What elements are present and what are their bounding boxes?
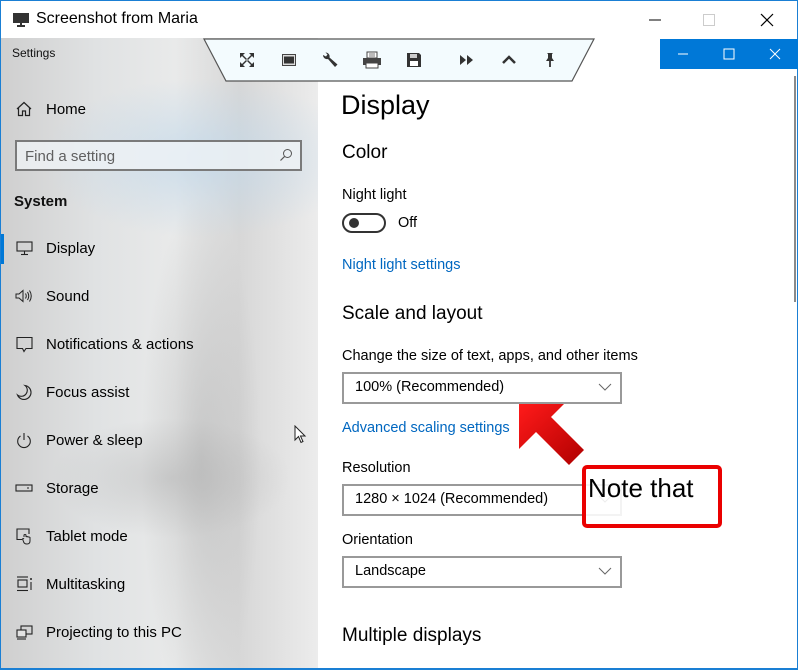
toolbar-collapse-button[interactable] [498, 50, 520, 70]
annotation-note-box: Note that [582, 465, 722, 528]
sidebar-item-display[interactable]: Display [15, 235, 95, 261]
pin-icon [546, 53, 554, 67]
projecting-icon [15, 624, 33, 640]
wrench-icon [322, 52, 338, 67]
home-label: Home [46, 100, 87, 118]
minimize-icon [678, 53, 688, 55]
sidebar-home[interactable]: Home [15, 98, 86, 120]
search-box[interactable] [15, 140, 302, 171]
toolbar-settings-button[interactable] [319, 50, 341, 70]
sidebar-item-label: Projecting to this PC [46, 623, 182, 641]
sidebar-item-focus-assist[interactable]: Focus assist [15, 379, 129, 405]
annotation-note-text: Note that [588, 473, 694, 503]
search-input[interactable] [25, 146, 265, 166]
color-heading: Color [342, 142, 388, 163]
orientation-dropdown[interactable]: Landscape [342, 556, 622, 588]
storage-icon [15, 484, 33, 492]
orientation-value: Landscape [355, 563, 426, 579]
night-light-state: Off [398, 215, 418, 231]
outer-minimize-button[interactable] [632, 7, 678, 33]
monitor-icon [13, 13, 29, 27]
sidebar-item-label: Focus assist [46, 383, 130, 401]
toolbar-background [203, 38, 595, 82]
power-icon [17, 432, 31, 448]
notification-icon [15, 336, 33, 353]
sidebar-item-projecting[interactable]: Projecting to this PC [15, 619, 182, 645]
settings-minimize-button[interactable] [660, 39, 706, 69]
sidebar-item-label: Display [46, 239, 96, 257]
maximize-icon [723, 48, 735, 60]
close-icon [769, 48, 781, 60]
multiple-displays-heading: Multiple displays [342, 625, 482, 646]
minimize-icon [649, 19, 661, 21]
sidebar-item-notifications[interactable]: Notifications & actions [15, 331, 194, 357]
sidebar-item-sound[interactable]: Sound [15, 283, 89, 309]
toggle-knob [349, 218, 359, 228]
monitor-icon [15, 240, 33, 255]
sidebar-item-label: Sound [46, 287, 90, 305]
app-title: Settings [12, 46, 56, 60]
section-heading-system: System [14, 193, 68, 210]
chevron-down-icon [598, 567, 612, 575]
scale-dropdown[interactable]: 100% (Recommended) [342, 372, 622, 404]
toolbar-pin-button[interactable] [539, 50, 561, 70]
night-light-toggle[interactable] [342, 213, 386, 233]
toolbar-print-button[interactable] [361, 50, 383, 70]
sidebar-item-label: Power & sleep [46, 431, 143, 449]
toolbar-fullscreen-button[interactable] [236, 50, 258, 70]
tablet-mode-icon [15, 527, 30, 545]
home-icon [16, 101, 32, 117]
scale-layout-heading: Scale and layout [342, 303, 483, 324]
sidebar: Settings Home System Display Sound [1, 38, 318, 669]
resolution-value: 1280 × 1024 (Recommended) [355, 491, 549, 507]
resolution-label: Resolution [342, 460, 411, 476]
printer-icon [363, 51, 381, 69]
resolution-dropdown[interactable]: 1280 × 1024 (Recommended) [342, 484, 622, 516]
settings-title-bar [660, 39, 798, 69]
advanced-scaling-link[interactable]: Advanced scaling settings [342, 420, 510, 436]
outer-title-bar: Screenshot from Maria [1, 1, 797, 38]
settings-close-button[interactable] [752, 39, 798, 69]
maximize-icon [703, 14, 715, 26]
toolbar-fast-forward-button[interactable] [456, 50, 478, 70]
close-icon [760, 13, 774, 27]
mouse-cursor-icon [294, 425, 307, 444]
floppy-disk-icon [407, 53, 421, 67]
scrollbar[interactable] [794, 76, 796, 302]
toolbar-window-button[interactable] [278, 50, 300, 70]
outer-close-button[interactable] [744, 7, 790, 33]
fast-forward-icon [460, 55, 473, 65]
fullscreen-icon [240, 53, 254, 67]
sidebar-item-storage[interactable]: Storage [15, 475, 99, 501]
scale-value: 100% (Recommended) [355, 379, 505, 395]
chevron-up-icon [502, 55, 516, 64]
sidebar-item-tablet-mode[interactable]: Tablet mode [15, 523, 128, 549]
sidebar-item-label: Tablet mode [46, 527, 128, 545]
sidebar-item-label: Multitasking [46, 575, 126, 593]
selected-indicator [1, 234, 4, 264]
sidebar-item-label: Notifications & actions [46, 335, 194, 353]
chevron-down-icon [598, 383, 612, 391]
multitasking-icon [16, 576, 32, 592]
night-light-settings-link[interactable]: Night light settings [342, 257, 460, 273]
settings-maximize-button[interactable] [706, 39, 752, 69]
scale-label: Change the size of text, apps, and other… [342, 348, 638, 364]
sidebar-item-power-sleep[interactable]: Power & sleep [15, 427, 143, 453]
sidebar-item-multitasking[interactable]: Multitasking [15, 571, 125, 597]
settings-window: Settings Home System Display Sound [1, 38, 798, 669]
moon-icon [16, 384, 32, 400]
remote-toolbar [203, 38, 595, 82]
window-icon [282, 54, 296, 66]
toolbar-save-button[interactable] [403, 50, 425, 70]
outer-maximize-button[interactable] [686, 7, 732, 33]
page-title: Display [341, 90, 430, 120]
sidebar-item-label: Storage [46, 479, 99, 497]
search-icon[interactable] [279, 148, 293, 162]
night-light-label: Night light [342, 187, 407, 203]
orientation-label: Orientation [342, 532, 413, 548]
annotation-arrow-icon [519, 404, 584, 465]
speaker-icon [15, 289, 32, 303]
outer-window-title: Screenshot from Maria [36, 10, 198, 27]
content-pane: Display Color Night light Off Night ligh… [318, 38, 798, 669]
